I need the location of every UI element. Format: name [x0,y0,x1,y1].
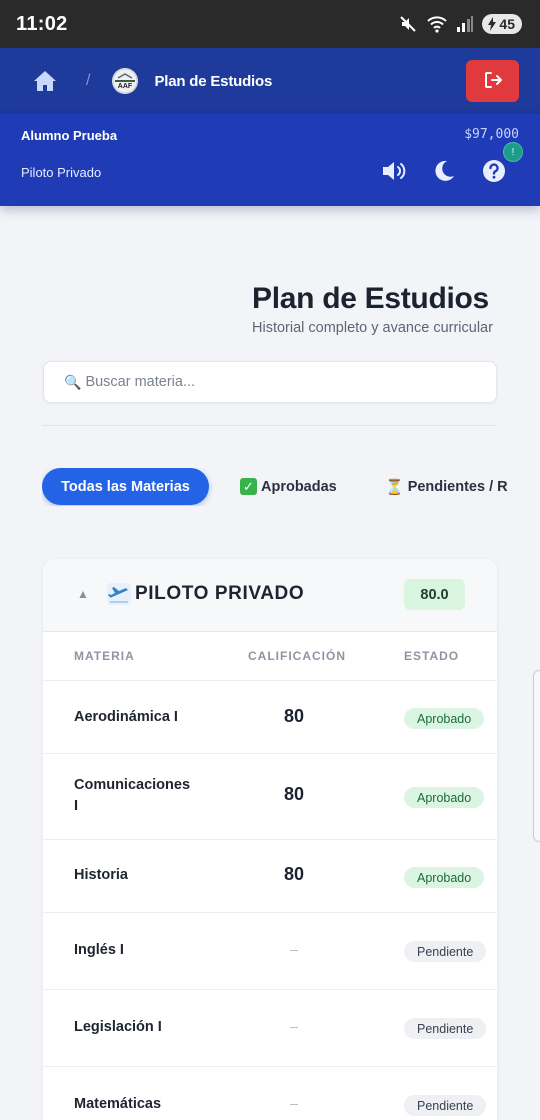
airplane-icon [107,583,131,610]
user-bar: Alumno Prueba $97,000 Piloto Privado ! [0,114,540,206]
grade-value: – [290,1018,298,1034]
battery-level: 45 [499,16,515,32]
status-badge: Pendiente [404,1018,487,1039]
grade-value: – [290,1095,298,1111]
table-row: Historia 80 Aprobado [43,841,497,913]
signal-icon [456,15,474,33]
breadcrumb-separator: / [86,72,91,89]
subject-name: Comunicaciones I [74,777,191,814]
check-icon: ✓ [240,478,257,495]
battery-charging-icon: 45 [482,14,522,34]
status-time: 11:02 [16,12,68,35]
help-icon[interactable]: ! [481,142,523,184]
table-row: Inglés I – Pendiente [43,914,497,990]
logo-text: AAF [118,83,133,90]
filter-tabs: Todas las Materias ✓ Aprobadas ⏳ Pendien… [42,468,540,506]
program-name: Piloto Privado [21,165,102,180]
tab-approved[interactable]: ✓ Aprobadas [240,468,337,505]
column-grade: CALIFICACIÓN [248,649,346,663]
tab-all-subjects[interactable]: Todas las Materias [42,468,209,505]
average-badge: 80.0 [404,579,465,610]
subject-name: Matemáticas [74,1096,162,1112]
status-badge: Aprobado [404,867,485,888]
logout-button[interactable] [466,60,519,102]
collapse-icon[interactable]: ▲ [77,587,89,601]
page-subtitle: Historial completo y avance curricular [252,320,493,336]
sound-icon[interactable] [381,158,407,184]
page-title: Plan de Estudios [252,282,489,315]
subject-name: Historia [74,867,128,883]
table-row: Legislación I – Pendiente [43,991,497,1067]
account-balance: $97,000 [464,127,519,142]
status-badge: Pendiente [404,941,487,962]
search-icon: 🔍 [64,373,82,390]
table-row: Aerodinámica I 80 Aprobado [43,682,497,754]
moon-icon[interactable] [431,158,457,184]
help-badge: ! [503,142,523,162]
user-bar-actions: ! [381,142,523,184]
header-title: Plan de Estudios [154,72,273,90]
school-logo: AAF [112,68,139,94]
search-input[interactable] [85,374,466,390]
divider [42,425,496,426]
program-card-header[interactable]: ▲ PILOTO PRIVADO 80.0 [43,559,497,632]
search-box[interactable]: 🔍 [43,361,497,403]
mute-icon [398,14,418,34]
tab-approved-label: Aprobadas [261,478,337,495]
grade-value: – [290,941,298,957]
table-row: Matemáticas – Pendiente [43,1068,497,1120]
status-badge: Pendiente [404,1095,487,1116]
logout-icon [483,70,503,93]
tab-all-label: Todas las Materias [61,478,190,495]
wifi-icon [426,14,448,34]
program-card-title: PILOTO PRIVADO [135,583,305,604]
hourglass-icon: ⏳ [385,478,404,496]
grade-value: 80 [283,864,305,884]
scroll-handle[interactable] [533,670,540,842]
status-icons: 45 [398,14,522,34]
tab-pending-label: Pendientes / R [407,478,508,495]
subject-name: Inglés I [74,942,124,958]
student-name: Alumno Prueba [21,128,118,143]
home-icon[interactable] [30,66,60,96]
status-badge: Aprobado [404,708,485,729]
column-status: ESTADO [404,649,460,663]
subject-name: Aerodinámica I [74,709,178,725]
subject-name: Legislación I [74,1019,162,1035]
app-header: / AAF Plan de Estudios [0,48,540,114]
status-badge: Aprobado [404,787,485,808]
tab-pending[interactable]: ⏳ Pendientes / R [385,468,508,505]
table-header: MATERIA CALIFICACIÓN ESTADO [43,632,497,681]
program-card: ▲ PILOTO PRIVADO 80.0 MATERIA CALIFICACI… [43,559,497,1120]
grade-value: 80 [283,706,305,726]
column-subject: MATERIA [74,649,135,663]
system-status-bar: 11:02 45 [0,0,540,48]
grade-value: 80 [283,784,305,804]
table-row: Comunicaciones I 80 Aprobado [43,755,497,840]
